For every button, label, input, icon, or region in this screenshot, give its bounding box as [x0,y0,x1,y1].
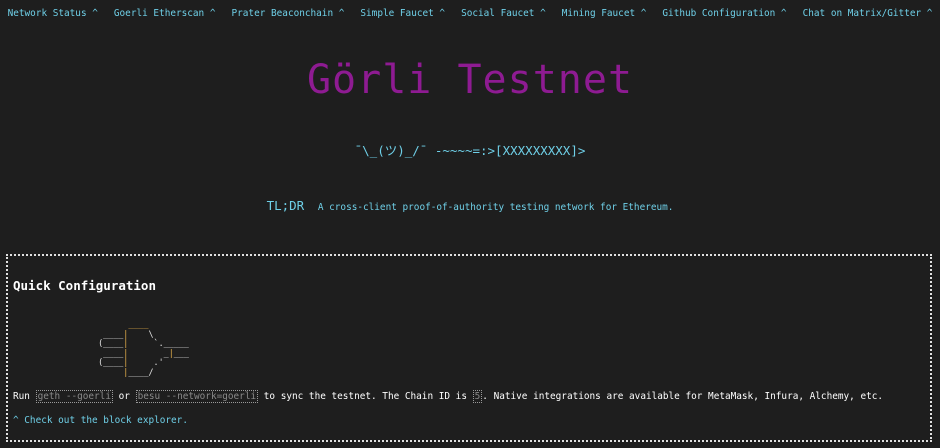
nav-link-prater-beaconchain[interactable]: Prater Beaconchain ^ [224,7,353,20]
or-text: or [118,391,130,402]
nav-link-social-faucet[interactable]: Social Faucet ^ [453,7,554,20]
run-prefix: Run [13,391,30,402]
tldr-description: A cross-client proof-of-authority testin… [317,202,674,213]
tldr-label: TL;DR [266,198,305,213]
nav-link-github-configuration[interactable]: Github Configuration ^ [654,7,794,20]
page: Network Status ^ Goerli Etherscan ^ Prat… [0,0,940,448]
nav-link-mining-faucet[interactable]: Mining Faucet ^ [554,7,655,20]
chain-id: 5 [472,390,483,403]
quick-configuration-panel: Quick Configuration ____ ____| \ (____| … [6,254,932,442]
nav-link-network-status[interactable]: Network Status ^ [0,7,106,20]
geth-command: geth --goerli [35,390,113,403]
shrug-banner: ¯\_(ツ)_/¯ -~~~~=:>[XXXXXXXXX]> [354,143,586,158]
besu-command: besu --network=goerli [135,390,259,403]
block-explorer-link[interactable]: ^ Check out the block explorer. [13,414,188,427]
ascii-logo-illustration: ____ ____| \ (____| `._____ ____| _|___ … [98,319,189,377]
top-nav: Network Status ^ Goerli Etherscan ^ Prat… [0,7,940,20]
sync-instructions: Run geth --goerli or besu --network=goer… [13,390,883,404]
quick-configuration-heading: Quick Configuration [13,278,156,293]
sync-text: to sync the testnet. The Chain ID is [263,391,467,402]
page-title: Görli Testnet [306,57,634,103]
tldr-line: TL;DR A cross-client proof-of-authority … [0,195,940,214]
nav-link-simple-faucet[interactable]: Simple Faucet ^ [352,7,453,20]
integrations-text: . Native integrations are available for … [482,391,884,402]
nav-link-goerli-etherscan[interactable]: Goerli Etherscan ^ [106,7,224,20]
nav-link-chat-matrix-gitter[interactable]: Chat on Matrix/Gitter ^ [795,7,940,20]
